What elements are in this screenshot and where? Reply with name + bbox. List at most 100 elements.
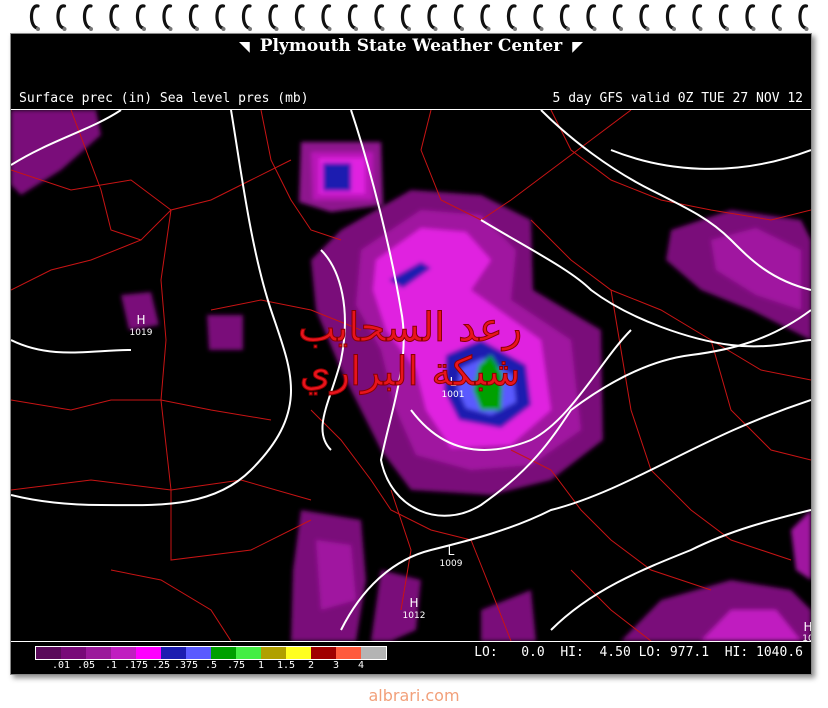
pressure-value: 1009 — [440, 559, 463, 569]
map-header-left: Surface prec (in) Sea level pres (mb) — [19, 91, 309, 106]
spiral-ring — [56, 4, 67, 30]
spiral-ring — [400, 4, 411, 30]
watermark-line-1: رعد السحايب — [297, 305, 523, 351]
precip-area-east-edge — [791, 510, 811, 580]
legend-label: .1 — [104, 660, 118, 671]
legend-label: .175 — [123, 660, 149, 671]
spiral-hole — [804, 27, 809, 31]
pressure-value: 10 — [802, 634, 811, 641]
precip-area-south-1b — [316, 540, 356, 610]
legend-swatch — [361, 647, 386, 659]
spiral-hole — [142, 27, 146, 31]
spiral-hole — [751, 27, 756, 31]
legend-swatch — [186, 647, 211, 659]
spiral-ring — [453, 4, 464, 30]
spiral-hole — [195, 27, 199, 31]
map-stats: LO: 0.0 HI: 4.50 LO: 977.1 HI: 1040.6 — [474, 645, 803, 660]
spiral-hole — [778, 27, 782, 31]
spiral-hole — [566, 27, 570, 31]
spiral-binding — [29, 4, 809, 31]
legend-label: 3 — [332, 660, 340, 671]
spiral-hole — [62, 27, 67, 31]
spiral-hole — [672, 27, 676, 31]
legend-label: .05 — [76, 660, 96, 671]
spiral-ring — [109, 4, 120, 30]
stat-lo-label: LO: — [474, 645, 498, 660]
spiral-ring — [559, 4, 570, 30]
precipitation-legend-bar — [35, 646, 387, 660]
spiral-ring — [321, 4, 332, 30]
pressure-value: 1012 — [403, 611, 426, 621]
spiral-hole — [619, 27, 623, 31]
watermark-line-2: شبكة البراري — [299, 349, 521, 395]
legend-swatch — [211, 647, 236, 659]
spiral-ring — [29, 4, 40, 30]
stat-lo2-label: LO: — [638, 645, 663, 660]
spiral-hole — [274, 27, 279, 31]
legend-label: .25 — [151, 660, 171, 671]
spiral-ring — [612, 4, 623, 30]
spiral-ring — [718, 4, 729, 30]
legend-swatch — [36, 647, 61, 659]
spiral-hole — [539, 27, 544, 31]
legend-label: 2 — [307, 660, 315, 671]
legend-label: 1 — [257, 660, 265, 671]
legend-swatch — [136, 647, 161, 659]
spiral-ring — [480, 4, 491, 30]
flag-icon-right: ◤ — [572, 39, 583, 55]
spiral-ring — [268, 4, 279, 30]
spiral-hole — [513, 27, 517, 31]
precip-area-west-2 — [207, 315, 243, 350]
spiral-hole — [248, 27, 252, 31]
spiral-hole — [380, 27, 385, 31]
spiral-ring — [692, 4, 703, 30]
pressure-symbol: H — [409, 596, 418, 610]
legend-label: 1.5 — [276, 660, 296, 671]
map-title: ◥ Plymouth State Weather Center ◤ — [11, 36, 811, 56]
footer-site-link[interactable]: albrari.com — [0, 686, 828, 705]
spiral-hole — [592, 27, 597, 31]
spiral-hole — [168, 27, 173, 31]
precipitation-legend-labels: .01 .05 .1 .175.25.375 .5 .75 1 1.5 2 3 4 — [25, 660, 445, 674]
spiral-ring — [347, 4, 358, 30]
legend-swatch — [86, 647, 111, 659]
spiral-ring — [506, 4, 517, 30]
spiral-ring — [188, 4, 199, 30]
legend-swatch — [311, 647, 336, 659]
spiral-hole — [89, 27, 93, 31]
map-header-right: 5 day GFS valid 0Z TUE 27 NOV 12 — [552, 91, 803, 106]
spiral-ring — [533, 4, 544, 30]
legend-swatch — [286, 647, 311, 659]
spiral-hole — [725, 27, 729, 31]
spiral-hole — [698, 27, 703, 31]
stat-hi2-value: 1040.6 — [756, 645, 803, 660]
legend-swatch — [336, 647, 361, 659]
spiral-hole — [433, 27, 438, 31]
stat-lo-value: 0.0 — [521, 645, 545, 660]
spiral-hole — [36, 27, 40, 31]
spiral-ring — [162, 4, 173, 30]
legend-swatch — [111, 647, 136, 659]
spiral-ring — [294, 4, 305, 30]
spiral-ring — [135, 4, 146, 30]
spiral-ring — [215, 4, 226, 30]
spiral-hole — [354, 27, 358, 31]
pressure-symbol: H — [803, 620, 811, 634]
stat-lo2-value: 977.1 — [669, 645, 710, 660]
spiral-hole — [407, 27, 411, 31]
pressure-symbol: H — [136, 313, 145, 327]
legend-label: 4 — [357, 660, 365, 671]
spiral-ring — [798, 4, 809, 30]
footer-divider — [11, 641, 811, 642]
stat-hi-label: HI: — [560, 645, 584, 660]
spiral-hole — [221, 27, 226, 31]
legend-label: .5 — [204, 660, 218, 671]
spiral-hole — [327, 27, 332, 31]
pressure-center-high-east: H 10 — [802, 620, 811, 641]
arabic-watermark: رعد السحايب شبكة البراري — [250, 305, 570, 395]
legend-label: .01 — [51, 660, 71, 671]
pressure-symbol: L — [448, 544, 455, 558]
flag-icon-left: ◥ — [238, 39, 250, 55]
spiral-hole — [460, 27, 464, 31]
legend-swatch — [236, 647, 261, 659]
